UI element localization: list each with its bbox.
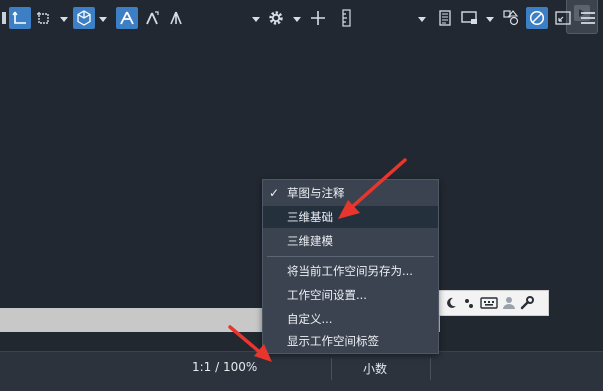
keyboard-icon[interactable]: [480, 296, 498, 310]
menu-item-show-workspace-label[interactable]: 显示工作空间标签: [263, 330, 438, 352]
menu-item-label: 显示工作空间标签: [287, 334, 379, 348]
menu-item-customize[interactable]: 自定义...: [263, 308, 438, 330]
customize-menu-icon[interactable]: [577, 7, 599, 29]
check-icon: ✓: [269, 186, 280, 200]
viewport-icon[interactable]: [459, 7, 481, 29]
menu-item-3d-basics[interactable]: 三维基础: [263, 206, 438, 228]
menu-item-workspace-settings[interactable]: 工作空间设置...: [263, 284, 438, 306]
plus-icon[interactable]: [307, 7, 329, 29]
menu-item-label: 三维建模: [287, 234, 333, 248]
isolate-icon[interactable]: [500, 7, 522, 29]
isometric-button[interactable]: [73, 7, 95, 29]
user-icon[interactable]: [502, 296, 516, 310]
moon-icon[interactable]: [444, 296, 458, 310]
properties-icon[interactable]: [434, 7, 456, 29]
isometric-dropdown-caret[interactable]: [99, 17, 107, 22]
menu-item-label: 将当前工作空间另存为...: [287, 264, 413, 278]
status-tray: [437, 290, 549, 316]
annotation-scale-caret[interactable]: [252, 17, 260, 22]
units-dropdown-caret[interactable]: [418, 17, 426, 22]
status-separator: [430, 358, 431, 380]
workspace-gear-icon[interactable]: [264, 7, 288, 29]
dot-icon[interactable]: [462, 296, 476, 310]
viewport-dropdown-caret[interactable]: [486, 17, 494, 22]
units-value[interactable]: 小数: [363, 360, 387, 377]
menu-item-label: 三维基础: [287, 210, 333, 224]
workspace-menu: ✓ 草图与注释 三维基础 三维建模 将当前工作空间另存为... 工作空间设置..…: [262, 179, 439, 354]
ortho-mode-button[interactable]: [9, 7, 31, 29]
menu-item-drafting-annotation[interactable]: ✓ 草图与注释: [263, 182, 438, 204]
status-bar: [0, 351, 603, 391]
auto-scale-button[interactable]: [141, 7, 163, 29]
wrench-icon[interactable]: [520, 296, 534, 310]
partial-left-icon[interactable]: [0, 7, 8, 29]
clean-screen-icon[interactable]: [526, 7, 548, 29]
menu-separator: [267, 256, 434, 257]
annotation-visibility-button[interactable]: [116, 7, 138, 29]
annotation-scale-icon[interactable]: [165, 7, 187, 29]
menu-item-label: 工作空间设置...: [287, 288, 367, 302]
polar-dropdown-caret[interactable]: [60, 17, 68, 22]
annotation-scale-value[interactable]: 1:1 / 100%: [192, 360, 257, 374]
polar-tracking-button[interactable]: [33, 7, 55, 29]
workspace-dropdown-caret[interactable]: [293, 17, 301, 22]
menu-item-save-workspace-as[interactable]: 将当前工作空间另存为...: [263, 260, 438, 282]
menu-item-3d-modeling[interactable]: 三维建模: [263, 230, 438, 252]
ruler-icon[interactable]: [337, 7, 357, 29]
menu-item-label: 草图与注释: [287, 186, 345, 200]
fullscreen-icon[interactable]: [552, 7, 574, 29]
menu-item-label: 自定义...: [287, 312, 333, 326]
status-separator: [331, 358, 332, 380]
